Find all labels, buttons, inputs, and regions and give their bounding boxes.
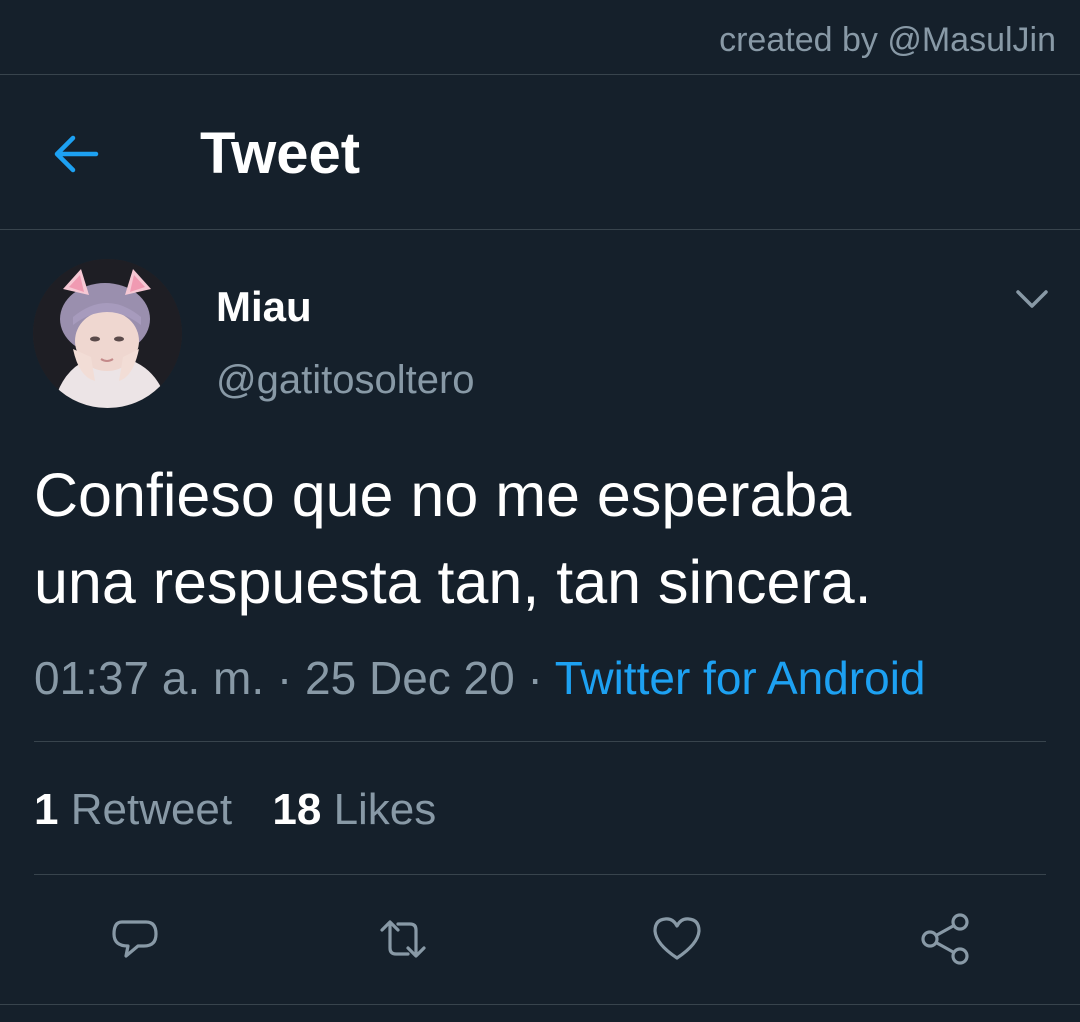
tweet-date: 25 Dec 20 [305,652,515,704]
like-count: 18 [272,785,322,834]
likes-stat[interactable]: 18 Likes [272,784,436,836]
meta-separator: · [276,652,293,704]
tweet-text: Confieso que no me esperaba una respuest… [34,452,1054,626]
meta-separator: · [527,652,543,704]
chevron-down-icon [1010,280,1054,320]
back-button[interactable] [46,124,106,184]
bottom-divider [0,1004,1080,1005]
retweet-button[interactable] [376,912,430,966]
like-label: Likes [333,785,437,834]
arrow-left-icon [46,124,106,184]
page-title: Tweet [200,121,361,186]
reply-icon [108,912,162,966]
meta-divider [34,741,1046,742]
watermark: created by @MasulJin [719,21,1056,59]
share-icon [918,912,972,966]
like-icon [650,912,704,966]
header-divider [0,229,1080,230]
reply-button[interactable] [108,912,162,966]
top-divider [0,74,1080,75]
retweets-stat[interactable]: 1 Retweet [34,784,232,836]
avatar[interactable] [33,259,182,408]
retweet-count: 1 [34,785,59,834]
retweet-icon [376,912,430,966]
header-bar: Tweet [0,76,1080,230]
tweet-source-link[interactable]: Twitter for Android [555,652,926,704]
display-name[interactable]: Miau [216,282,312,332]
tweet-time: 01:37 a. m. [34,652,265,704]
share-button[interactable] [918,912,972,966]
like-button[interactable] [650,912,704,966]
tweet-meta: 01:37 a. m. · 25 Dec 20 · Twitter for An… [34,650,926,706]
stats-divider [34,874,1046,875]
tweet-text-line: una respuesta tan, tan sincera. [34,548,872,616]
tweet-stats: 1 Retweet 18 Likes [34,784,436,836]
tweet-text-line: Confieso que no me esperaba [34,461,852,529]
user-handle[interactable]: @gatitosoltero [216,355,475,405]
tweet-menu-button[interactable] [1010,280,1054,320]
retweet-label: Retweet [70,785,233,834]
